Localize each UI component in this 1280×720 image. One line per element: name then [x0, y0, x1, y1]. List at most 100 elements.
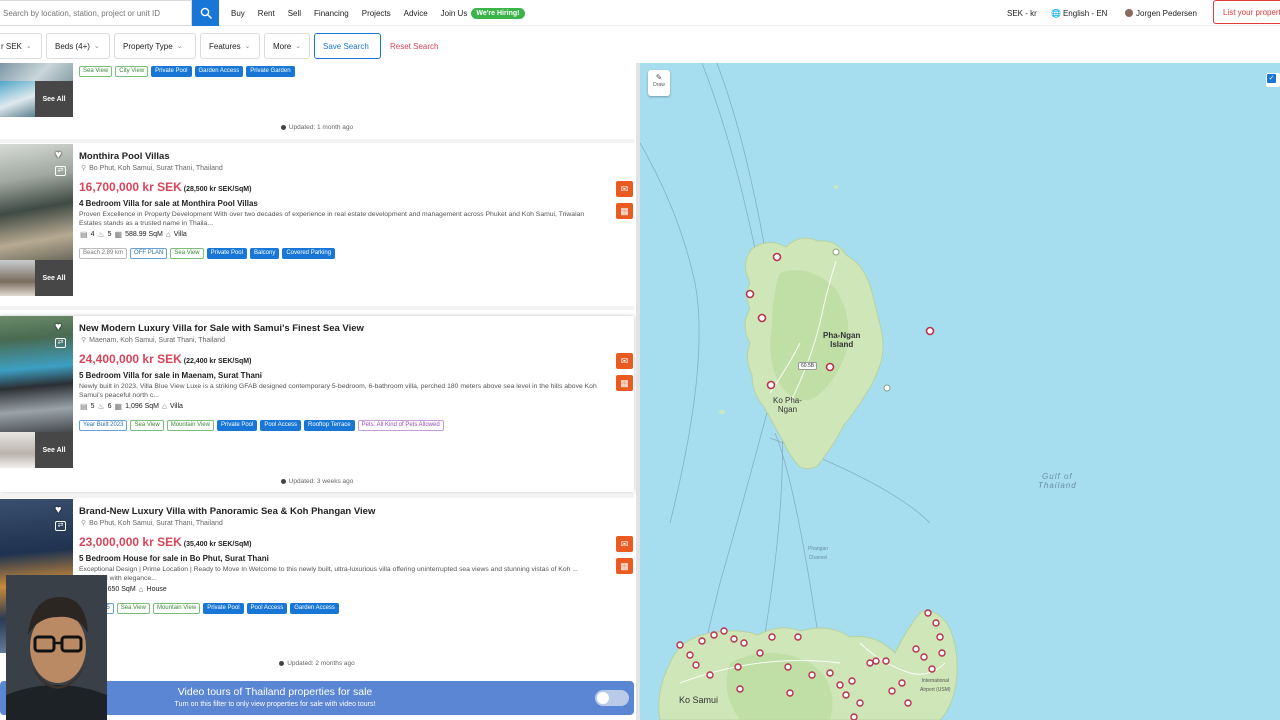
- nav-financing[interactable]: Financing: [314, 9, 349, 18]
- map-marker[interactable]: [882, 657, 890, 665]
- map-marker[interactable]: [720, 627, 728, 635]
- map-marker[interactable]: [920, 653, 928, 661]
- map-marker[interactable]: [898, 679, 906, 687]
- map-marker[interactable]: [706, 671, 714, 679]
- search-input[interactable]: [0, 1, 186, 25]
- listing-location: ⚲ Maenam, Koh Samui, Surat Thani, Thailan…: [81, 336, 225, 344]
- listing-description: Proven Excellence in Property Developmen…: [79, 211, 585, 227]
- schedule-viewing-button[interactable]: ▦: [616, 375, 633, 391]
- map-marker[interactable]: [850, 713, 858, 720]
- language-selector[interactable]: 🌐 English - EN: [1051, 0, 1107, 26]
- map-marker[interactable]: [856, 699, 864, 707]
- listing-card[interactable]: See All Sea View City View Private Pool …: [0, 63, 634, 133]
- heart-icon[interactable]: ♥: [55, 150, 67, 161]
- listing-photos[interactable]: See All ♥ ⇄: [0, 144, 73, 298]
- nav-buy[interactable]: Buy: [231, 9, 245, 18]
- map-marker[interactable]: [756, 649, 764, 657]
- email-agent-button[interactable]: ✉: [616, 353, 633, 369]
- map-marker[interactable]: [904, 699, 912, 707]
- user-menu[interactable]: Jorgen Pedersen: [1125, 0, 1197, 26]
- schedule-viewing-button[interactable]: ▦: [616, 558, 633, 574]
- price-filter[interactable]: r SEK ⌄: [0, 33, 42, 59]
- listing-photos[interactable]: See All: [0, 63, 73, 117]
- map-marker[interactable]: [872, 657, 880, 665]
- map-canvas[interactable]: [640, 63, 1280, 720]
- search-button[interactable]: [192, 0, 219, 26]
- compare-icon[interactable]: ⇄: [55, 521, 66, 531]
- list-property-button[interactable]: List your property: [1213, 0, 1280, 24]
- map-marker[interactable]: [938, 649, 946, 657]
- nav-sell[interactable]: Sell: [288, 9, 301, 18]
- map-marker[interactable]: [710, 631, 718, 639]
- map-marker[interactable]: [692, 661, 700, 669]
- listing-title[interactable]: Monthira Pool Villas: [79, 151, 170, 162]
- map-marker[interactable]: [745, 289, 755, 299]
- map-marker[interactable]: [936, 633, 944, 641]
- map-marker[interactable]: [686, 651, 694, 659]
- listing-title[interactable]: New Modern Luxury Villa for Sale with Sa…: [79, 323, 364, 334]
- nav-rent[interactable]: Rent: [258, 9, 275, 18]
- location-pin-icon: ⚲: [81, 337, 87, 344]
- more-filter[interactable]: More ⌄: [264, 33, 310, 59]
- schedule-viewing-button[interactable]: ▦: [616, 203, 633, 219]
- map-marker[interactable]: [772, 252, 782, 262]
- map-marker[interactable]: [912, 645, 920, 653]
- map-marker[interactable]: [757, 313, 767, 323]
- map-marker[interactable]: [740, 639, 748, 647]
- map-marker[interactable]: [866, 659, 874, 667]
- map-marker[interactable]: [786, 689, 794, 697]
- map-marker[interactable]: [932, 619, 940, 627]
- heart-icon[interactable]: ♥: [55, 322, 67, 333]
- currency-selector[interactable]: SEK - kr: [1007, 0, 1037, 26]
- map-view[interactable]: Pha-Ngan Island Ko Pha- Ngan Gulf of Tha…: [640, 63, 1280, 720]
- price-marker[interactable]: 60.5B: [798, 362, 818, 370]
- price-value: 16,700,000 kr SEK: [79, 180, 182, 194]
- listing-card[interactable]: See All ♥ ⇄ Monthira Pool Villas ⚲ Bo Phu…: [0, 144, 634, 301]
- map-marker[interactable]: [842, 691, 850, 699]
- heart-icon[interactable]: ♥: [55, 505, 67, 516]
- tag: Private Pool: [203, 603, 244, 614]
- map-marker[interactable]: [768, 633, 776, 641]
- map-marker[interactable]: [826, 669, 834, 677]
- draw-button[interactable]: ✎ Draw: [648, 70, 670, 96]
- updated-label: Updated: 1 month ago: [0, 124, 634, 131]
- save-search-button[interactable]: Save Search: [314, 33, 381, 59]
- reset-search-link[interactable]: Reset Search: [390, 33, 438, 59]
- nav-advice[interactable]: Advice: [404, 9, 428, 18]
- map-marker[interactable]: [698, 637, 706, 645]
- map-marker[interactable]: [924, 609, 932, 617]
- map-marker[interactable]: [676, 641, 684, 649]
- map-marker[interactable]: [848, 677, 856, 685]
- property-type-filter[interactable]: Property Type ⌄: [114, 33, 196, 59]
- map-marker[interactable]: [730, 635, 738, 643]
- features-filter[interactable]: Features ⌄: [200, 33, 260, 59]
- listing-photo: [0, 316, 73, 432]
- listing-card[interactable]: See All ♥ ⇄ New Modern Luxury Villa for …: [0, 316, 634, 492]
- hiring-badge[interactable]: We're Hiring!: [471, 7, 525, 19]
- map-marker[interactable]: [766, 380, 776, 390]
- map-marker[interactable]: [825, 362, 835, 372]
- beds-filter[interactable]: Beds (4+) ⌄: [46, 33, 110, 59]
- map-marker[interactable]: [888, 687, 896, 695]
- map-marker[interactable]: [928, 665, 936, 673]
- map-marker[interactable]: [784, 663, 792, 671]
- see-all-photos-button[interactable]: See All: [35, 432, 73, 468]
- map-marker[interactable]: [794, 633, 802, 641]
- listing-photos[interactable]: See All ♥ ⇄: [0, 316, 73, 470]
- map-marker[interactable]: [925, 326, 935, 336]
- map-marker[interactable]: [734, 663, 742, 671]
- compare-icon[interactable]: ⇄: [55, 166, 66, 176]
- compare-icon[interactable]: ⇄: [55, 338, 66, 348]
- see-all-photos-button[interactable]: See All: [35, 81, 73, 117]
- see-all-photos-button[interactable]: See All: [35, 260, 73, 296]
- nav-projects[interactable]: Projects: [362, 9, 391, 18]
- map-option-checkbox[interactable]: ✓: [1266, 73, 1280, 87]
- listing-title[interactable]: Brand-New Luxury Villa with Panoramic Se…: [79, 506, 375, 517]
- email-agent-button[interactable]: ✉: [616, 181, 633, 197]
- video-tours-toggle[interactable]: [595, 690, 629, 706]
- nav-join-us[interactable]: Join Us: [441, 9, 468, 18]
- email-agent-button[interactable]: ✉: [616, 536, 633, 552]
- map-marker[interactable]: [836, 681, 844, 689]
- map-marker[interactable]: [736, 685, 744, 693]
- map-marker[interactable]: [808, 671, 816, 679]
